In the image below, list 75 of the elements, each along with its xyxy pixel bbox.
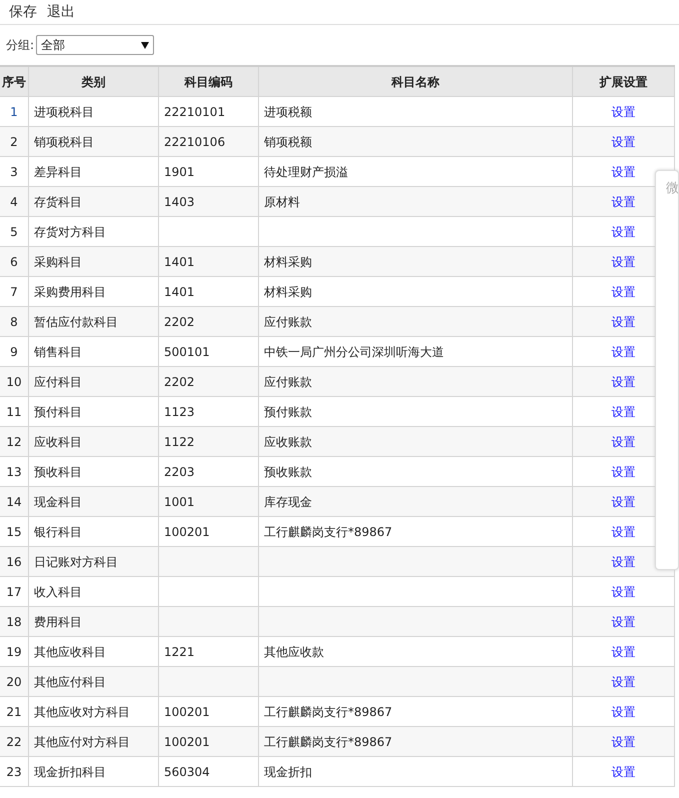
- table-cell: 100201: [158, 726, 258, 756]
- table-cell: 16: [0, 546, 28, 576]
- settings-link[interactable]: 设置: [612, 734, 636, 748]
- settings-link[interactable]: 设置: [612, 764, 636, 778]
- column-header: 科目编码: [158, 66, 258, 96]
- settings-link[interactable]: 设置: [612, 284, 636, 298]
- column-header: 科目名称: [258, 66, 572, 96]
- table-cell: 现金科目: [28, 486, 158, 516]
- table-cell: 12: [0, 426, 28, 456]
- settings-link[interactable]: 设置: [612, 614, 636, 628]
- settings-link[interactable]: 设置: [612, 434, 636, 448]
- settings-link[interactable]: 设置: [612, 314, 636, 328]
- table-cell: 6: [0, 246, 28, 276]
- toolbar-button[interactable]: 退出: [44, 3, 78, 21]
- table-cell: 日记账对方科目: [28, 546, 158, 576]
- table-cell: 560304: [158, 756, 258, 786]
- table-cell: 22210106: [158, 126, 258, 156]
- table-cell: 18: [0, 606, 28, 636]
- filter-label: 分组:: [6, 36, 34, 54]
- settings-link[interactable]: 设置: [612, 404, 636, 418]
- settings-link[interactable]: 设置: [612, 164, 636, 178]
- table-cell: 2202: [158, 306, 258, 336]
- table-cell: 应付科目: [28, 366, 158, 396]
- column-header: 类别: [28, 66, 158, 96]
- table-cell: 销项税科目: [28, 126, 158, 156]
- table-cell: 库存现金: [258, 486, 572, 516]
- settings-link[interactable]: 设置: [612, 194, 636, 208]
- table-cell: 应收账款: [258, 426, 572, 456]
- table-cell: 4: [0, 186, 28, 216]
- settings-link[interactable]: 设置: [612, 134, 636, 148]
- settings-link[interactable]: 设置: [612, 674, 636, 688]
- table-cell: 应付账款: [258, 366, 572, 396]
- table-cell: 其他应付科目: [28, 666, 158, 696]
- group-dropdown[interactable]: 全部: [36, 35, 154, 55]
- table-cell: 1401: [158, 246, 258, 276]
- table-cell: 现金折扣科目: [28, 756, 158, 786]
- table-cell: 应付账款: [258, 306, 572, 336]
- column-header: 序号: [0, 66, 28, 96]
- settings-link[interactable]: 设置: [612, 524, 636, 538]
- table-cell: 2202: [158, 366, 258, 396]
- table-cell: 原材料: [258, 186, 572, 216]
- table-cell: 20: [0, 666, 28, 696]
- table-cell: 采购科目: [28, 246, 158, 276]
- settings-link[interactable]: 设置: [612, 644, 636, 658]
- table-cell: 2: [0, 126, 28, 156]
- table-cell: 8: [0, 306, 28, 336]
- settings-link[interactable]: 设置: [612, 254, 636, 268]
- table-cell: 1403: [158, 186, 258, 216]
- settings-link[interactable]: 设置: [612, 104, 636, 118]
- settings-link[interactable]: 设置: [612, 464, 636, 478]
- settings-link[interactable]: 设置: [612, 584, 636, 598]
- settings-link[interactable]: 设置: [612, 374, 636, 388]
- settings-link[interactable]: 设置: [612, 554, 636, 568]
- table-cell: 现金折扣: [258, 756, 572, 786]
- table-cell: 10: [0, 366, 28, 396]
- table-cell: 工行麒麟岗支行*89867: [258, 726, 572, 756]
- table-cell: 22: [0, 726, 28, 756]
- table-cell: 23: [0, 756, 28, 786]
- settings-link[interactable]: 设置: [612, 344, 636, 358]
- table-cell: 1122: [158, 426, 258, 456]
- table-cell: 存货科目: [28, 186, 158, 216]
- settings-link[interactable]: 设置: [612, 224, 636, 238]
- table-cell: 1001: [158, 486, 258, 516]
- table-cell: 费用科目: [28, 606, 158, 636]
- settings-link[interactable]: 设置: [612, 704, 636, 718]
- table-cell: 暂估应付款科目: [28, 306, 158, 336]
- table-cell: 销项税额: [258, 126, 572, 156]
- table-cell: 14: [0, 486, 28, 516]
- column-header: 扩展设置: [572, 66, 674, 96]
- table-cell: 其他应付对方科目: [28, 726, 158, 756]
- toolbar-button[interactable]: 保存: [6, 3, 40, 21]
- settings-link[interactable]: 设置: [612, 494, 636, 508]
- table-cell: 应收科目: [28, 426, 158, 456]
- table-cell: 材料采购: [258, 246, 572, 276]
- caret-icon: [141, 42, 150, 48]
